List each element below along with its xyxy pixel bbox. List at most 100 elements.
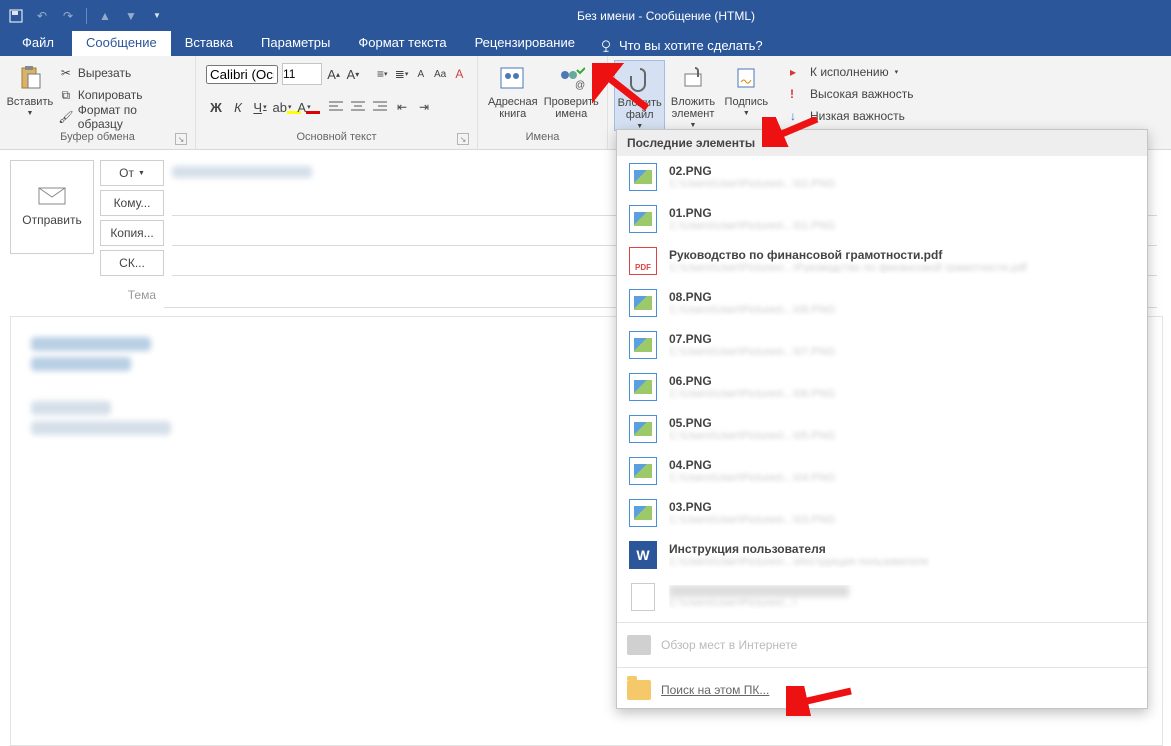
- brush-icon: 🖌: [58, 109, 74, 125]
- titlebar: ↶ ↷ ▲ ▼ ▼ Без имени - Сообщение (HTML): [0, 0, 1171, 31]
- send-button[interactable]: Отправить: [10, 160, 94, 254]
- outdent-button[interactable]: A: [413, 64, 428, 84]
- attach-item-icon: [677, 62, 709, 94]
- arrow-annotation-2: [762, 117, 822, 147]
- file-name: Руководство по финансовой грамотности.pd…: [669, 248, 1137, 262]
- image-file-icon: [629, 373, 657, 401]
- copy-icon: ⧉: [58, 87, 74, 103]
- attach-menu-item[interactable]: 04.PNGC:\Users\User\Pictures\...\04.PNG: [617, 450, 1147, 492]
- pdf-file-icon: PDF: [629, 247, 657, 275]
- tab-options[interactable]: Параметры: [247, 31, 344, 56]
- image-file-icon: [629, 415, 657, 443]
- underline-button[interactable]: Ч▾: [250, 97, 270, 117]
- attach-menu-item[interactable]: WИнструкция пользователяC:\Users\User\Pi…: [617, 534, 1147, 576]
- group-clipboard: Вставить ▼ ✂Вырезать ⧉Копировать 🖌Формат…: [0, 56, 196, 149]
- tab-insert[interactable]: Вставка: [171, 31, 247, 56]
- address-book-button[interactable]: Адресная книга: [484, 60, 542, 131]
- redo-icon[interactable]: ↷: [58, 6, 78, 26]
- send-icon: [38, 187, 66, 205]
- clipboard-launcher[interactable]: ↘: [175, 133, 187, 145]
- image-file-icon: [629, 457, 657, 485]
- bullets-button[interactable]: ≡▾: [375, 64, 390, 84]
- subject-label: Тема: [100, 288, 164, 302]
- svg-text:@: @: [575, 80, 585, 90]
- attach-menu-item[interactable]: PDF Руководство по финансовой грамотности…: [617, 240, 1147, 282]
- file-name: Инструкция пользователя: [669, 542, 1137, 556]
- attach-menu-item[interactable]: 08.PNGC:\Users\User\Pictures\...\08.PNG: [617, 282, 1147, 324]
- bcc-button[interactable]: СК...: [100, 250, 164, 276]
- tell-me[interactable]: Что вы хотите сделать?: [589, 31, 773, 56]
- folder-icon: [627, 680, 651, 700]
- align-right-button[interactable]: [370, 97, 390, 117]
- group-font: A▴ A▾ ≡▾ ≣▾ A Aa A Ж К Ч▾ ab▾ А▾ ⇤ ⇥: [196, 56, 478, 149]
- font-size-select[interactable]: [282, 63, 322, 85]
- file-icon: [631, 583, 655, 611]
- word-file-icon: W: [629, 541, 657, 569]
- file-name: 04.PNG: [669, 458, 1137, 472]
- attach-menu-item[interactable]: 03.PNGC:\Users\User\Pictures\...\03.PNG: [617, 492, 1147, 534]
- image-file-icon: [629, 163, 657, 191]
- file-name: 08.PNG: [669, 290, 1137, 304]
- attach-menu-item[interactable]: 02.PNGC:\Users\User\Pictures\...\02.PNG: [617, 156, 1147, 198]
- file-name: 05.PNG: [669, 416, 1137, 430]
- clear-format-button[interactable]: A: [452, 64, 467, 84]
- file-name: 02.PNG: [669, 164, 1137, 178]
- numbering-button[interactable]: ≣▾: [394, 64, 409, 84]
- arrow-annotation-3: [786, 686, 856, 716]
- followup-button[interactable]: ▸К исполнению▾: [790, 62, 913, 82]
- tab-message[interactable]: Сообщение: [72, 31, 171, 56]
- attach-menu-item[interactable]: C:\Users\User\Pictures\...\: [617, 576, 1147, 618]
- font-launcher[interactable]: ↘: [457, 133, 469, 145]
- undo-icon[interactable]: ↶: [32, 6, 52, 26]
- high-importance-icon: !: [790, 87, 804, 101]
- down-icon[interactable]: ▼: [121, 6, 141, 26]
- high-importance-button[interactable]: !Высокая важность: [790, 84, 913, 104]
- image-file-icon: [629, 331, 657, 359]
- attach-file-menu: Последние элементы 02.PNGC:\Users\User\P…: [616, 129, 1148, 709]
- align-left-button[interactable]: [326, 97, 346, 117]
- indent-button[interactable]: Aa: [432, 64, 447, 84]
- italic-button[interactable]: К: [228, 97, 248, 117]
- attach-item-button[interactable]: Вложить элемент▼: [665, 60, 720, 131]
- increase-indent-button[interactable]: ⇥: [414, 97, 434, 117]
- grow-font-button[interactable]: A▴: [326, 64, 341, 84]
- format-painter-button[interactable]: 🖌Формат по образцу: [54, 106, 189, 128]
- cloud-folder-icon: [627, 635, 651, 655]
- file-name: 06.PNG: [669, 374, 1137, 388]
- ribbon-tabs: Файл Сообщение Вставка Параметры Формат …: [0, 31, 1171, 56]
- save-icon[interactable]: [6, 6, 26, 26]
- browse-pc-action[interactable]: Поиск на этом ПК...: [617, 672, 1147, 708]
- bold-button[interactable]: Ж: [206, 97, 226, 117]
- file-name: [669, 585, 849, 597]
- tab-review[interactable]: Рецензирование: [461, 31, 589, 56]
- attach-menu-item[interactable]: 05.PNGC:\Users\User\Pictures\...\05.PNG: [617, 408, 1147, 450]
- group-names: Адресная книга @ Проверить имена Имена: [478, 56, 608, 149]
- browse-web-action[interactable]: Обзор мест в Интернете: [617, 627, 1147, 663]
- flag-icon: ▸: [790, 65, 804, 79]
- signature-icon: [730, 62, 762, 94]
- paste-icon: [14, 62, 46, 94]
- check-names-icon: @: [555, 62, 587, 94]
- highlight-button[interactable]: ab▾: [272, 97, 292, 117]
- attach-menu-item[interactable]: 01.PNGC:\Users\User\Pictures\...\01.PNG: [617, 198, 1147, 240]
- attach-menu-item[interactable]: 07.PNGC:\Users\User\Pictures\...\07.PNG: [617, 324, 1147, 366]
- from-button[interactable]: От▼: [100, 160, 164, 186]
- cut-button[interactable]: ✂Вырезать: [54, 62, 189, 84]
- tab-format[interactable]: Формат текста: [344, 31, 460, 56]
- paste-button[interactable]: Вставить ▼: [6, 60, 54, 131]
- align-center-button[interactable]: [348, 97, 368, 117]
- tab-file[interactable]: Файл: [8, 31, 72, 56]
- attach-menu-item[interactable]: 06.PNGC:\Users\User\Pictures\...\06.PNG: [617, 366, 1147, 408]
- qat-more-icon[interactable]: ▼: [147, 6, 167, 26]
- shrink-font-button[interactable]: A▾: [345, 64, 360, 84]
- font-family-select[interactable]: [206, 65, 278, 84]
- cc-button[interactable]: Копия...: [100, 220, 164, 246]
- file-name: 03.PNG: [669, 500, 1137, 514]
- image-file-icon: [629, 205, 657, 233]
- quick-access-toolbar: ↶ ↷ ▲ ▼ ▼: [6, 6, 167, 26]
- up-icon[interactable]: ▲: [95, 6, 115, 26]
- decrease-indent-button[interactable]: ⇤: [392, 97, 412, 117]
- file-name: 01.PNG: [669, 206, 1137, 220]
- font-color-button[interactable]: А▾: [294, 97, 314, 117]
- to-button[interactable]: Кому...: [100, 190, 164, 216]
